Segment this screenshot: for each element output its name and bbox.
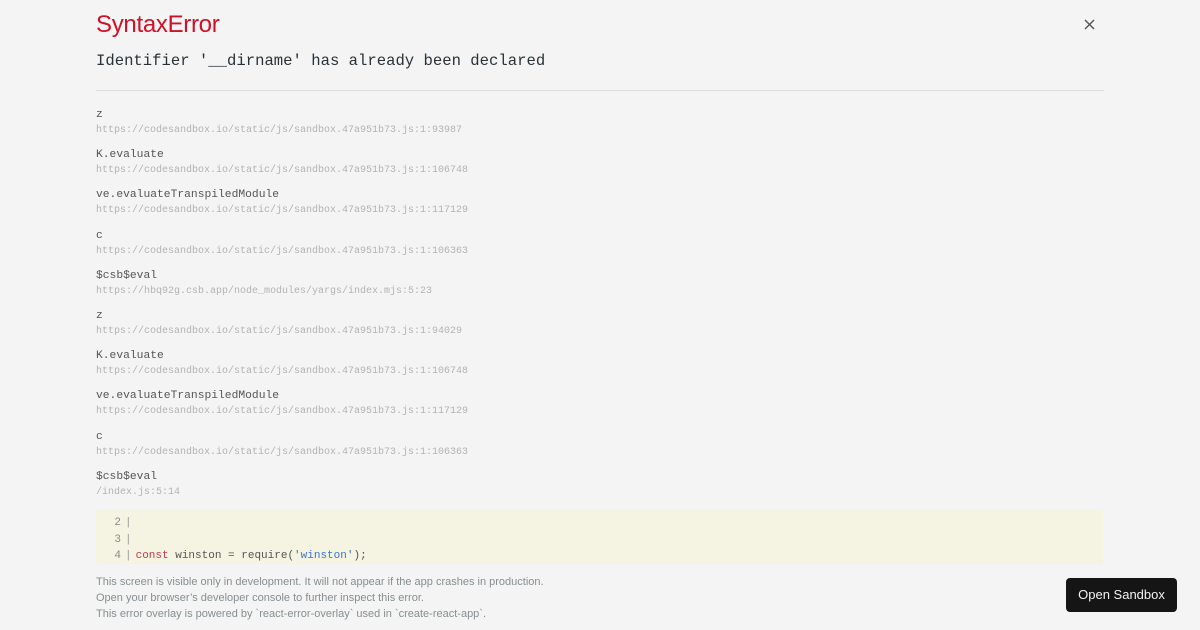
stack-frame[interactable]: c https://codesandbox.io/static/js/sandbo… — [96, 428, 1104, 468]
stack-frame-function: K.evaluate — [96, 350, 164, 363]
stack-frame-location[interactable]: https://codesandbox.io/static/js/sandbox… — [96, 123, 1104, 138]
stack-frame-function: $csb$eval — [96, 470, 158, 483]
stack-frame[interactable]: K.evaluate https://codesandbox.io/static/… — [96, 146, 1104, 186]
stack-frame-function: c — [96, 229, 103, 242]
stack-trace: z https://codesandbox.io/static/js/sandbo… — [96, 106, 1104, 508]
stack-frame[interactable]: z https://codesandbox.io/static/js/sandbo… — [96, 106, 1104, 146]
stack-frame-function: c — [96, 430, 103, 443]
line-number: 4 — [114, 550, 121, 562]
stack-frame-location[interactable]: https://codesandbox.io/static/js/sandbox… — [96, 445, 1104, 460]
error-title: SyntaxError — [96, 11, 220, 38]
footer-line: This error overlay is powered by `react-… — [96, 608, 487, 620]
stack-frame-location[interactable]: https://codesandbox.io/static/js/sandbox… — [96, 163, 1104, 178]
error-overlay: SyntaxError Identifier '__dirname' has a… — [96, 0, 1104, 630]
close-icon — [1084, 19, 1094, 29]
code-line: 2 | — [96, 515, 136, 531]
footer-notes: This screen is visible only in developme… — [96, 574, 544, 622]
stack-frame-function: $csb$eval — [96, 269, 158, 282]
stack-frame[interactable]: z https://codesandbox.io/static/js/sandbo… — [96, 307, 1104, 347]
stack-frame-location[interactable]: https://hbq92g.csb.app/node_modules/yarg… — [96, 284, 1104, 299]
gutter-separator: | — [125, 517, 132, 529]
gutter-separator: | — [125, 533, 132, 546]
line-number: 3 — [114, 533, 121, 546]
stack-frame-function: ve.evaluateTranspiledModule — [96, 189, 280, 202]
stack-frame[interactable]: ve.evaluateTranspiledModule https://codes… — [96, 387, 1104, 427]
code-string: 'winston' — [294, 550, 354, 562]
gutter-separator: | — [125, 550, 132, 562]
stack-frame[interactable]: $csb$eval https://hbq92g.csb.app/node_mod… — [96, 267, 1104, 307]
code-snippet: 2 | 3 | 4 | const winston = require('winston')… — [96, 509, 1103, 564]
code-text: ); — [353, 550, 367, 562]
stack-frame-location[interactable]: https://codesandbox.io/static/js/sandbox… — [96, 203, 1104, 218]
stack-frame-location[interactable]: https://codesandbox.io/static/js/sandbox… — [96, 324, 1104, 339]
stack-frame[interactable]: ve.evaluateTranspiledModule https://codes… — [96, 186, 1104, 226]
open-sandbox-button[interactable]: Open Sandbox — [1066, 578, 1177, 612]
footer-line: Open your browser’s developer console to… — [96, 592, 424, 604]
stack-frame[interactable]: c https://codesandbox.io/static/js/sandbo… — [96, 227, 1104, 267]
stack-frame-location[interactable]: https://codesandbox.io/static/js/sandbox… — [96, 404, 1104, 419]
stack-frame-location[interactable]: https://codesandbox.io/static/js/sandbox… — [96, 364, 1104, 379]
divider — [96, 90, 1104, 91]
code-keyword: const — [135, 550, 169, 562]
stack-frame-function: z — [96, 309, 103, 322]
close-button[interactable] — [1080, 14, 1098, 34]
stack-frame-function: ve.evaluateTranspiledModule — [96, 390, 280, 403]
line-number: 2 — [114, 517, 121, 529]
code-text: winston = require( — [168, 550, 295, 562]
footer-line: This screen is visible only in developme… — [96, 576, 544, 588]
stack-frame-location[interactable]: https://codesandbox.io/static/js/sandbox… — [96, 244, 1104, 259]
stack-frame-location[interactable]: /index.js:5:14 — [96, 485, 1104, 500]
stack-frame-function: K.evaluate — [96, 149, 164, 162]
stack-frame[interactable]: $csb$eval/index.js:5:14 — [96, 468, 1104, 508]
code-line: 3 | — [96, 532, 136, 548]
code-line: 4 | const winston = require('winston'); — [96, 548, 367, 564]
stack-frame-function: z — [96, 109, 103, 121]
stack-frame[interactable]: K.evaluate https://codesandbox.io/static/… — [96, 347, 1104, 387]
error-message: Identifier '__dirname' has already been … — [96, 52, 546, 70]
